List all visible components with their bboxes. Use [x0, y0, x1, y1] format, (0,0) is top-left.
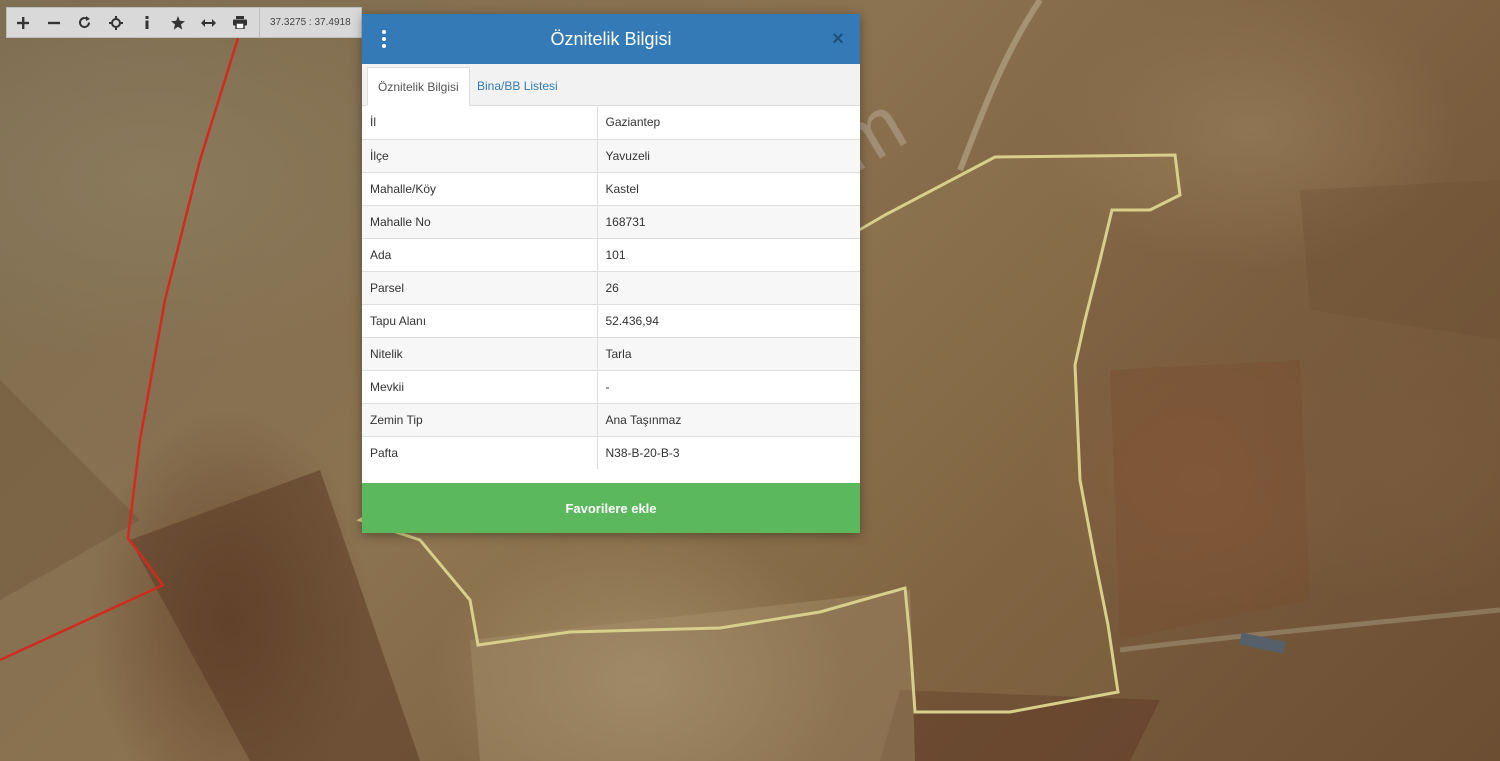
zoom-in-icon: [16, 16, 29, 29]
locate-icon: [108, 15, 123, 30]
info-button[interactable]: [131, 8, 162, 37]
measure-button[interactable]: [193, 8, 224, 37]
attribute-key: Parsel: [362, 270, 598, 304]
zoom-out-button[interactable]: [38, 8, 69, 37]
star-icon: [170, 15, 185, 30]
attribute-key: Pafta: [362, 435, 598, 469]
tab-building-list[interactable]: Bina/BB Listesi: [467, 67, 568, 106]
table-row: Tapu Alanı 52.436,94: [362, 303, 860, 337]
attribute-key: Tapu Alanı: [362, 303, 598, 337]
zoom-out-icon: [47, 17, 60, 29]
attribute-key: İl: [362, 106, 598, 139]
map-toolbar: 37.3275 : 37.4918: [6, 7, 362, 38]
table-row: Mahalle/Köy Kastel: [362, 171, 860, 205]
add-to-favorites-button[interactable]: Favorilere ekle: [362, 483, 860, 533]
locate-button[interactable]: [100, 8, 131, 37]
table-row: Ada 101: [362, 237, 860, 271]
table-row: Mevkii -: [362, 369, 860, 403]
tab-attribute-info[interactable]: Öznitelik Bilgisi: [367, 67, 470, 106]
attribute-dialog: Öznitelik Bilgisi × Öznitelik Bilgisi Bi…: [362, 14, 860, 533]
attribute-key: Ada: [362, 237, 598, 271]
attribute-value: -: [597, 369, 860, 403]
attribute-key: İlçe: [362, 138, 598, 172]
attribute-value: 168731: [597, 204, 860, 238]
table-row: İl Gaziantep: [362, 106, 860, 139]
attribute-value: Ana Taşınmaz: [597, 402, 860, 436]
refresh-button[interactable]: [69, 8, 100, 37]
dialog-tabs: Öznitelik Bilgisi Bina/BB Listesi: [362, 64, 860, 106]
table-row: İlçe Yavuzeli: [362, 138, 860, 172]
attribute-value: 26: [597, 270, 860, 304]
attribute-key: Nitelik: [362, 336, 598, 370]
attribute-value: Kastel: [597, 171, 860, 205]
attribute-key: Mevkii: [362, 369, 598, 403]
attribute-value: 101: [597, 237, 860, 271]
attribute-key: Zemin Tip: [362, 402, 598, 436]
attribute-table: İl Gaziantep İlçe Yavuzeli Mahalle/Köy Kastel…: [362, 106, 860, 469]
menu-icon[interactable]: [380, 30, 388, 48]
table-row: Pafta N38-B-20-B-3: [362, 435, 860, 469]
attribute-value: 52.436,94: [597, 303, 860, 337]
attribute-key: Mahalle No: [362, 204, 598, 238]
table-row: Nitelik Tarla: [362, 336, 860, 370]
info-icon: [144, 16, 150, 29]
measure-icon: [201, 18, 216, 28]
print-button[interactable]: [224, 8, 255, 37]
dialog-header: Öznitelik Bilgisi ×: [362, 14, 860, 64]
favorite-button[interactable]: [162, 8, 193, 37]
print-icon: [232, 16, 247, 29]
zoom-in-button[interactable]: [7, 8, 38, 37]
attribute-value: Tarla: [597, 336, 860, 370]
table-row: Zemin Tip Ana Taşınmaz: [362, 402, 860, 436]
table-row: Parsel 26: [362, 270, 860, 304]
table-row: Mahalle No 168731: [362, 204, 860, 238]
refresh-icon: [78, 16, 91, 29]
attribute-value: Yavuzeli: [597, 138, 860, 172]
close-icon[interactable]: ×: [828, 28, 848, 50]
coordinates-readout: 37.3275 : 37.4918: [259, 8, 351, 37]
attribute-key: Mahalle/Köy: [362, 171, 598, 205]
attribute-value: N38-B-20-B-3: [597, 435, 860, 469]
dialog-title: Öznitelik Bilgisi: [550, 28, 672, 49]
attribute-value: Gaziantep: [605, 115, 661, 130]
